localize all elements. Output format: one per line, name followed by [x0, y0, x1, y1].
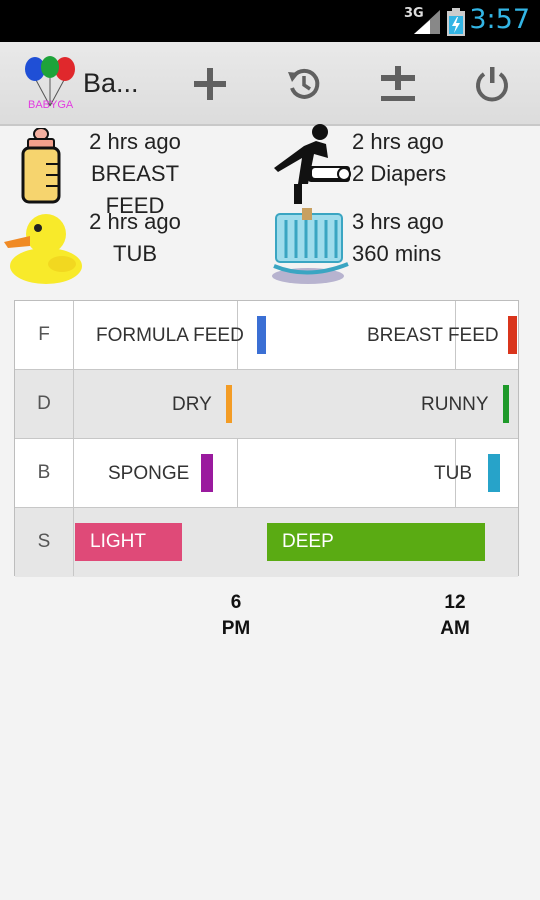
sleep-deep-bar[interactable]: DEEP: [267, 523, 485, 561]
timeline-row-feed: F FORMULA FEED BREAST FEED: [15, 301, 518, 370]
add-icon: [194, 68, 226, 100]
app-title: Ba...: [83, 68, 139, 98]
feed-time: 2 hrs ago: [89, 129, 181, 154]
action-bar: BABYGA Ba...: [0, 42, 540, 126]
axis-label-12am: 12 AM: [424, 590, 486, 642]
diaper-change-icon: [274, 124, 351, 204]
event-label: RUNNY: [421, 394, 489, 415]
event-label: FORMULA FEED: [96, 325, 244, 346]
timeline-row-bath: B SPONGE TUB: [15, 439, 518, 508]
diaper-summary[interactable]: 2 hrs ago 2 Diapers: [352, 126, 462, 190]
clock: 3:57: [469, 4, 530, 35]
event-label: DEEP: [282, 531, 334, 552]
row-label: S: [15, 508, 74, 576]
event-marker[interactable]: [257, 316, 266, 354]
event-marker[interactable]: [508, 316, 517, 354]
event-marker[interactable]: [226, 385, 232, 423]
row-label: B: [15, 439, 74, 507]
sleep-time: 3 hrs ago: [352, 209, 444, 234]
logo-text: BABYGA: [28, 99, 74, 111]
history-button[interactable]: [280, 62, 328, 106]
plus-minus-icon: [381, 66, 415, 101]
status-bar: 3G 3:57: [0, 0, 540, 42]
bottle-icon: [21, 128, 61, 204]
history-icon: [288, 68, 320, 99]
row-label: F: [15, 301, 74, 369]
add-button[interactable]: [186, 62, 234, 106]
diaper-time: 2 hrs ago: [352, 129, 444, 154]
axis-hour: 6: [230, 592, 242, 613]
event-label: TUB: [434, 463, 472, 484]
diaper-detail: 2 Diapers: [352, 161, 447, 186]
event-marker[interactable]: [503, 385, 509, 423]
timeline-grid: F FORMULA FEED BREAST FEED D DRY RUNNY B…: [14, 300, 519, 577]
row-label: D: [15, 370, 74, 438]
sleep-summary[interactable]: 3 hrs ago 360 mins: [352, 206, 462, 270]
axis-label-6pm: 6 PM: [206, 590, 266, 642]
event-label: LIGHT: [90, 531, 146, 552]
timeline-row-diaper: D DRY RUNNY: [15, 370, 518, 439]
power-button[interactable]: [468, 62, 516, 106]
signal-icon: [414, 10, 440, 34]
timeline-row-sleep: S LIGHT DEEP: [15, 508, 518, 577]
axis-period: PM: [221, 618, 251, 639]
axis-hour: 12: [444, 592, 466, 613]
axis-period: AM: [440, 618, 470, 639]
event-marker[interactable]: [201, 454, 213, 492]
bath-detail: TUB: [113, 241, 157, 266]
bath-summary[interactable]: 2 hrs ago TUB: [62, 206, 208, 270]
bath-time: 2 hrs ago: [89, 209, 181, 234]
sleep-detail: 360 mins: [352, 241, 442, 266]
event-label: BREAST FEED: [367, 325, 499, 346]
battery-icon: [447, 8, 465, 36]
event-label: DRY: [172, 394, 212, 415]
event-marker[interactable]: [488, 454, 500, 492]
plus-minus-button[interactable]: [374, 62, 422, 106]
crib-icon: [272, 208, 349, 284]
event-label: SPONGE: [108, 463, 190, 484]
sleep-light-bar[interactable]: LIGHT: [75, 523, 182, 561]
power-icon: [476, 67, 508, 102]
